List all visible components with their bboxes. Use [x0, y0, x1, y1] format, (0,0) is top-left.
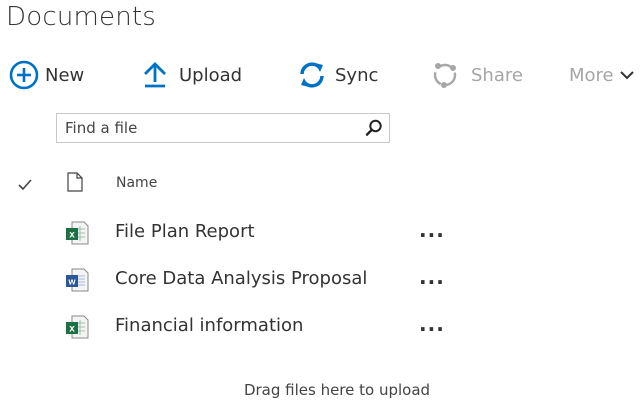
- upload-button[interactable]: Upload: [143, 58, 242, 92]
- list-item[interactable]: x File Plan Report ...: [0, 212, 644, 252]
- file-name-link[interactable]: Core Data Analysis Proposal: [115, 268, 367, 289]
- select-all-checkmark-icon[interactable]: [18, 176, 32, 195]
- sync-button[interactable]: Sync: [298, 58, 378, 92]
- plus-circle-icon: [9, 60, 39, 90]
- list-item[interactable]: x Financial information ...: [0, 306, 644, 346]
- share-icon: [430, 60, 460, 90]
- list-item[interactable]: w Core Data Analysis Proposal ...: [0, 259, 644, 299]
- column-header-name[interactable]: Name: [116, 175, 157, 191]
- file-type-column-icon: [67, 172, 83, 196]
- more-options-ellipsis[interactable]: ...: [419, 218, 445, 242]
- new-button[interactable]: New: [9, 58, 84, 92]
- search-input[interactable]: [57, 115, 359, 141]
- word-file-icon: w: [65, 268, 89, 296]
- share-button-label: Share: [471, 64, 523, 86]
- file-name-link[interactable]: Financial information: [115, 315, 303, 336]
- excel-file-icon: x: [65, 315, 89, 343]
- more-options-ellipsis[interactable]: ...: [419, 312, 445, 336]
- chevron-down-icon: [619, 70, 634, 80]
- svg-text:x: x: [69, 230, 75, 241]
- svg-text:x: x: [69, 324, 75, 335]
- upload-button-label: Upload: [179, 64, 243, 86]
- list-header: Name: [0, 168, 644, 200]
- page-title: Documents: [6, 2, 157, 32]
- excel-file-icon: x: [65, 221, 89, 249]
- sync-button-label: Sync: [335, 64, 379, 86]
- drop-zone-hint: Drag files here to upload: [243, 381, 431, 399]
- share-button[interactable]: Share: [430, 58, 523, 92]
- search-icon[interactable]: [359, 114, 389, 142]
- more-button-label: More: [569, 64, 614, 86]
- new-button-label: New: [45, 64, 85, 86]
- svg-text:w: w: [67, 277, 76, 287]
- documents-page: Documents New Upload Sync Share More Fin…: [0, 0, 644, 407]
- search-box: [56, 113, 390, 143]
- upload-arrow-icon: [143, 61, 167, 89]
- more-button[interactable]: More: [569, 58, 634, 92]
- file-name-link[interactable]: File Plan Report: [115, 221, 255, 242]
- sync-icon: [298, 61, 326, 89]
- more-options-ellipsis[interactable]: ...: [419, 265, 445, 289]
